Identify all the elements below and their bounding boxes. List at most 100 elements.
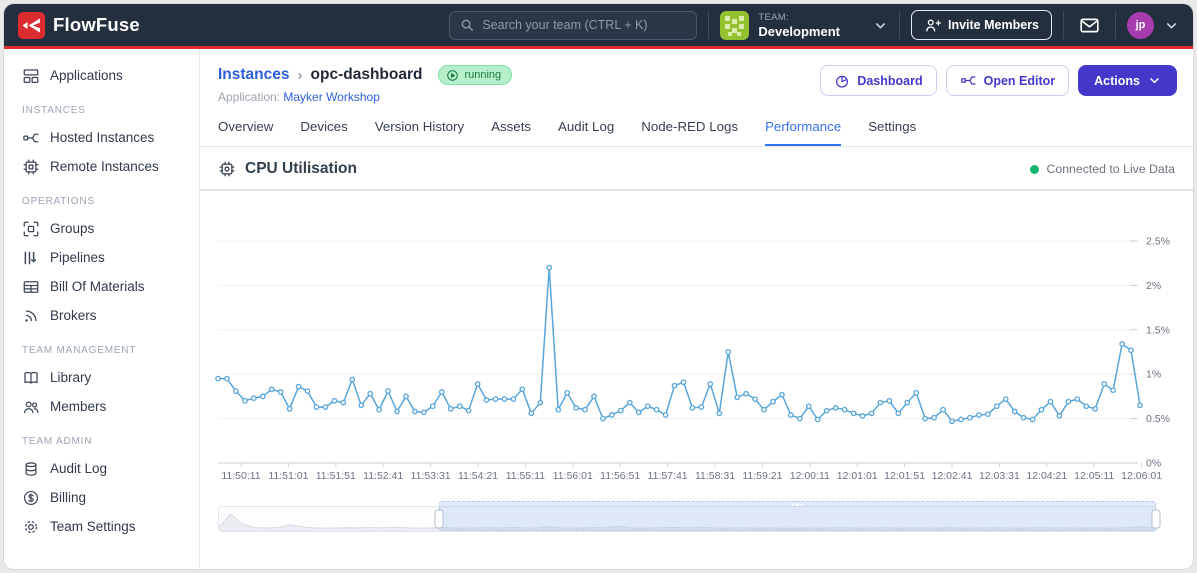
sidebar-item-audit-log[interactable]: Audit Log — [4, 454, 199, 483]
tab-settings[interactable]: Settings — [868, 119, 916, 146]
data-point — [707, 381, 714, 387]
sidebar-item-members[interactable]: Members — [4, 392, 199, 421]
data-point — [698, 404, 705, 410]
data-point — [1011, 408, 1018, 415]
sidebar-item-groups[interactable]: Groups — [4, 214, 199, 243]
tab-audit-log[interactable]: Audit Log — [558, 119, 614, 146]
x-axis-label: 11:58:31 — [695, 470, 735, 482]
sidebar-item-brokers[interactable]: Brokers — [4, 301, 199, 330]
instance-actions: Dashboard Open Editor Actions — [820, 65, 1177, 96]
data-point — [519, 386, 526, 393]
connected-dot-icon — [1030, 164, 1040, 174]
overview-drag-grip-icon[interactable] — [791, 503, 804, 506]
search-input[interactable] — [482, 18, 687, 32]
data-point — [429, 403, 436, 410]
sidebar-item-label: Billing — [50, 490, 87, 505]
sidebar-item-label: Hosted Instances — [50, 130, 155, 145]
data-point — [385, 388, 391, 394]
data-point — [949, 418, 955, 425]
data-point — [922, 415, 929, 422]
cpu-utilisation-chart[interactable]: 0% 0.5% 1% 1.5% 2% 2.5% 11:50:11 11:51:01 11:51:… — [200, 201, 1185, 485]
sidebar-item-team-settings[interactable]: Team Settings — [4, 512, 199, 541]
tab-version-history[interactable]: Version History — [375, 119, 464, 146]
data-point — [725, 349, 732, 355]
data-point — [358, 402, 365, 409]
dashboard-button[interactable]: Dashboard — [820, 65, 937, 96]
sidebar-item-library[interactable]: Library — [4, 363, 199, 392]
data-point — [626, 399, 633, 406]
sidebar-item-applications[interactable]: Applications — [4, 61, 199, 90]
data-point — [1128, 347, 1134, 354]
x-axis-label: 11:56:51 — [600, 470, 640, 482]
dashboard-button-label: Dashboard — [857, 73, 923, 88]
sidebar-item-label: Team Settings — [50, 519, 136, 534]
sidebar-item-remote-instances[interactable]: Remote Instances — [4, 152, 199, 181]
sidebar-item-label: Applications — [50, 68, 123, 83]
status-badge: running — [438, 65, 513, 85]
sidebar-item-bill-of-materials[interactable]: Bill Of Materials — [4, 272, 199, 301]
user-avatar: jp — [1127, 11, 1154, 39]
status-badge-label: running — [464, 69, 502, 81]
chevron-down-icon — [873, 18, 888, 33]
overview-selection-window[interactable] — [439, 501, 1156, 531]
tab-devices[interactable]: Devices — [300, 119, 347, 146]
play-circle-icon — [447, 69, 459, 81]
invite-members-label: Invite Members — [947, 18, 1039, 32]
tab-assets[interactable]: Assets — [491, 119, 531, 146]
invite-members-button[interactable]: Invite Members — [910, 10, 1052, 40]
open-editor-button[interactable]: Open Editor — [945, 65, 1070, 96]
sidebar-item-label: Bill Of Materials — [50, 279, 145, 294]
tab-performance[interactable]: Performance — [765, 119, 842, 146]
data-point — [779, 391, 785, 398]
data-point — [814, 416, 821, 423]
team-settings-gear-icon — [24, 520, 38, 533]
remote-instances-icon — [23, 158, 39, 175]
user-menu[interactable]: jp — [1127, 11, 1179, 39]
y-axis-label: 1% — [1146, 369, 1161, 381]
data-point — [832, 405, 839, 411]
data-point — [537, 399, 544, 406]
data-point — [492, 396, 499, 402]
sidebar-item-label: Pipelines — [50, 250, 105, 265]
data-point — [1074, 396, 1081, 402]
data-point — [635, 409, 642, 416]
actions-button[interactable]: Actions — [1078, 65, 1177, 96]
breadcrumb-instances-link[interactable]: Instances — [218, 66, 290, 84]
overview-left-handle-icon[interactable] — [434, 509, 444, 529]
data-point — [886, 397, 893, 404]
tab-node-red-logs[interactable]: Node-RED Logs — [641, 119, 738, 146]
breadcrumb: Instances › opc-dashboard running — [218, 65, 513, 85]
actions-button-label: Actions — [1094, 73, 1140, 88]
team-selector[interactable]: TEAM: Development — [720, 10, 888, 40]
data-point — [474, 381, 481, 387]
y-axis-label: 2% — [1146, 280, 1161, 292]
data-point — [1065, 398, 1072, 405]
data-point — [1002, 396, 1009, 402]
sidebar-item-hosted-instances[interactable]: Hosted Instances — [4, 123, 199, 152]
data-point — [734, 394, 741, 401]
sidebar-item-pipelines[interactable]: Pipelines — [4, 243, 199, 272]
x-axis-label: 12:00:11 — [790, 470, 830, 482]
team-search[interactable] — [449, 10, 698, 40]
data-point — [295, 383, 302, 390]
application-link[interactable]: Mayker Workshop — [283, 90, 379, 104]
x-axis-label: 12:01:51 — [884, 470, 925, 482]
data-point — [1119, 341, 1125, 347]
hosted-instances-icon — [23, 133, 39, 142]
data-point — [967, 414, 973, 421]
groups-icon — [23, 221, 39, 236]
data-point — [805, 403, 812, 410]
flowfuse-logo[interactable]: FlowFuse — [18, 11, 140, 39]
data-point — [277, 389, 284, 395]
data-point — [573, 405, 579, 411]
chart-overview-track[interactable] — [218, 501, 1161, 532]
sidebar-item-billing[interactable]: Billing — [4, 483, 199, 512]
data-point — [868, 410, 875, 417]
data-point — [976, 412, 982, 418]
notifications-button[interactable] — [1075, 11, 1104, 40]
data-point — [1056, 413, 1063, 419]
bill-of-materials-icon — [23, 280, 39, 293]
x-axis-label: 11:51:51 — [316, 470, 356, 482]
overview-right-handle-icon[interactable] — [1151, 509, 1161, 529]
tab-overview[interactable]: Overview — [218, 119, 273, 146]
